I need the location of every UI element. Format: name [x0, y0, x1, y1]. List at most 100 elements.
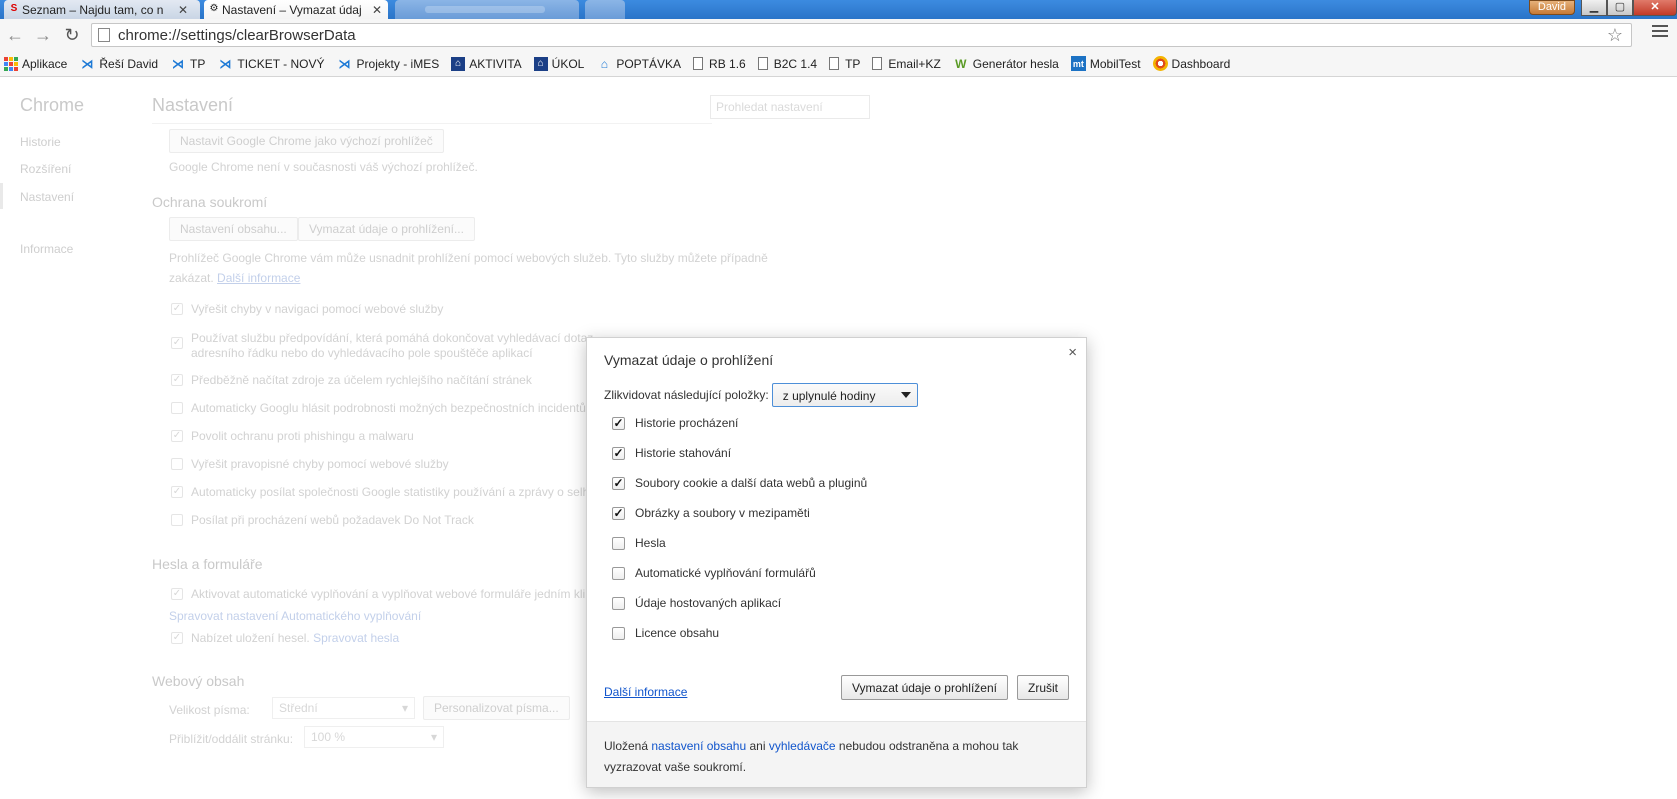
bookmark-tp[interactable]: ⋊ TP	[170, 56, 205, 72]
bookmark-generator-hesla[interactable]: W Generátor hesla	[953, 56, 1059, 72]
tab-settings[interactable]: ⚙ Nastavení – Vymazat údaj ✕	[204, 0, 388, 19]
bookmark-rb-16[interactable]: RB 1.6	[693, 57, 746, 71]
bookmark-resi-david[interactable]: ⋊ Řeší David	[79, 56, 158, 72]
page-icon	[757, 57, 768, 70]
tab-close-icon[interactable]: ✕	[372, 3, 382, 17]
bookmark-ticket-novy[interactable]: ⋊ TICKET - NOVÝ	[217, 56, 324, 72]
toolbar: ← → ↻ chrome://settings/clearBrowserData…	[0, 19, 1677, 51]
generator-icon: W	[955, 56, 967, 71]
time-range-label: Zlikvidovat následující položky:	[604, 388, 769, 402]
tab-seznam[interactable]: S Seznam – Najdu tam, co n ✕	[4, 0, 200, 19]
clear-item-cookies[interactable]: ✓ Soubory cookie a další data webů a plu…	[612, 476, 867, 490]
clear-item-cache[interactable]: ✓ Obrázky a soubory v mezipaměti	[612, 506, 810, 520]
clear-item-history[interactable]: ✓ Historie procházení	[612, 416, 738, 430]
more-info-link[interactable]: Další informace	[604, 685, 687, 699]
seznam-logo-icon: S	[10, 3, 18, 14]
bookmark-projekty-imes[interactable]: ⋊ Projekty - iMES	[337, 56, 440, 72]
bookmark-label: RB 1.6	[709, 56, 746, 71]
bookmark-label: ÚKOL	[551, 56, 585, 71]
gear-icon: ⚙	[209, 3, 219, 14]
page-icon	[872, 57, 883, 70]
jira-icon: ⋊	[338, 56, 351, 71]
clear-data-button[interactable]: Vymazat údaje o prohlížení	[841, 675, 1008, 700]
checkbox[interactable]	[612, 626, 625, 640]
clear-item-content-licenses[interactable]: Licence obsahu	[612, 626, 719, 640]
tab-blurred[interactable]	[395, 0, 579, 19]
bookmark-label: B2C 1.4	[773, 56, 818, 71]
poptavka-icon: ⌂	[600, 56, 608, 71]
bookmark-label: Email+KZ	[888, 56, 941, 71]
bookmark-label: POPTÁVKA	[616, 56, 682, 71]
search-engines-link[interactable]: vyhledávače	[769, 739, 836, 753]
menu-icon[interactable]	[1652, 25, 1668, 39]
profile-button[interactable]: David	[1528, 0, 1575, 15]
bookmark-label: TP	[190, 56, 206, 71]
tab-title: Seznam – Najdu tam, co n	[22, 2, 164, 17]
page-icon	[693, 57, 704, 70]
clear-item-label: Hesla	[635, 536, 666, 550]
clear-item-label: Soubory cookie a další data webů a plugi…	[635, 476, 868, 490]
close-icon[interactable]: ×	[1068, 344, 1077, 361]
checkbox[interactable]: ✓	[612, 506, 625, 520]
blurred-tab-title	[425, 6, 545, 13]
page-icon	[829, 57, 840, 70]
close-window-icon[interactable]: ✕	[1633, 0, 1677, 16]
checkbox[interactable]	[612, 536, 625, 550]
bookmark-label: Řeší David	[99, 56, 159, 71]
page-icon	[98, 28, 110, 42]
checkbox[interactable]	[612, 566, 625, 580]
bookmark-email-kz[interactable]: Email+KZ	[872, 56, 941, 71]
clear-browsing-data-dialog: Vymazat údaje o prohlížení × Zlikvidovat…	[586, 337, 1087, 788]
checkbox[interactable]: ✓	[612, 476, 625, 490]
checkbox[interactable]: ✓	[612, 416, 625, 430]
reload-icon[interactable]: ↻	[61, 23, 83, 47]
bookmark-tp-page[interactable]: TP	[829, 57, 860, 71]
bookmark-label: Generátor hesla	[972, 56, 1059, 71]
bookmark-star-icon[interactable]: ☆	[1607, 25, 1623, 46]
checkbox[interactable]	[612, 596, 625, 610]
dialog-title: Vymazat údaje o prohlížení	[604, 352, 774, 368]
bookmarks-bar: Aplikace ⋊ Řeší David ⋊ TP ⋊ TICKET - NO…	[0, 51, 1677, 77]
bookmark-label: AKTIVITA	[469, 56, 522, 71]
apps-grid-icon	[4, 56, 18, 71]
clear-item-label: Údaje hostovaných aplikací	[635, 596, 782, 610]
new-tab-button[interactable]	[585, 0, 625, 19]
time-range-select[interactable]: z uplynulé hodiny	[771, 383, 918, 407]
address-bar[interactable]: chrome://settings/clearBrowserData ☆	[91, 23, 1632, 47]
minimize-icon[interactable]: ▁	[1581, 0, 1607, 16]
bookmark-aplikace[interactable]: Aplikace	[4, 56, 67, 71]
content-settings-link[interactable]: nastavení obsahu	[651, 739, 746, 753]
aktivita-icon: ⌂	[533, 56, 548, 71]
footer-middle: ani	[749, 739, 766, 753]
clear-item-label: Licence obsahu	[635, 626, 720, 640]
clear-item-autofill[interactable]: Automatické vyplňování formulářů	[612, 566, 816, 580]
bookmark-poptavka[interactable]: ⌂ POPTÁVKA	[596, 56, 681, 72]
clear-item-label: Historie procházení	[635, 416, 739, 430]
bookmark-mobiltest[interactable]: mt MobilTest	[1070, 56, 1141, 71]
back-arrow-icon[interactable]: ←	[4, 23, 26, 47]
maximize-icon[interactable]: ▢	[1607, 0, 1633, 16]
time-range-value: z uplynulé hodiny	[782, 389, 876, 403]
footer-line2: vyzrazovat vaše soukromí.	[604, 760, 747, 774]
bookmark-label: TICKET - NOVÝ	[237, 56, 325, 71]
tab-close-icon[interactable]: ✕	[178, 3, 188, 17]
url-text: chrome://settings/clearBrowserData	[118, 26, 356, 44]
clear-item-label: Obrázky a soubory v mezipaměti	[635, 506, 810, 520]
jira-icon: ⋊	[81, 56, 94, 71]
dialog-footer: Uložená nastavení obsahu ani vyhledávače…	[587, 721, 1086, 787]
time-range-row: Zlikvidovat následující položky: z uplyn…	[604, 383, 918, 407]
tab-strip: S Seznam – Najdu tam, co n ✕ ⚙ Nastavení…	[0, 0, 1677, 19]
aktivita-icon: ⌂	[451, 56, 466, 71]
clear-item-passwords[interactable]: Hesla	[612, 536, 666, 550]
tab-title: Nastavení – Vymazat údaj	[222, 2, 362, 17]
checkbox[interactable]: ✓	[612, 446, 625, 460]
clear-item-downloads[interactable]: ✓ Historie stahování	[612, 446, 731, 460]
bookmark-dashboard[interactable]: Dashboard	[1152, 56, 1230, 71]
bookmark-b2c-14[interactable]: B2C 1.4	[757, 56, 818, 71]
forward-arrow-icon[interactable]: →	[32, 23, 54, 47]
clear-item-label: Automatické vyplňování formulářů	[635, 566, 816, 580]
bookmark-ukol[interactable]: ⌂ ÚKOL	[533, 56, 585, 71]
cancel-button[interactable]: Zrušit	[1017, 675, 1069, 700]
bookmark-aktivita[interactable]: ⌂ AKTIVITA	[451, 56, 522, 71]
clear-item-hosted-apps[interactable]: Údaje hostovaných aplikací	[612, 596, 781, 610]
